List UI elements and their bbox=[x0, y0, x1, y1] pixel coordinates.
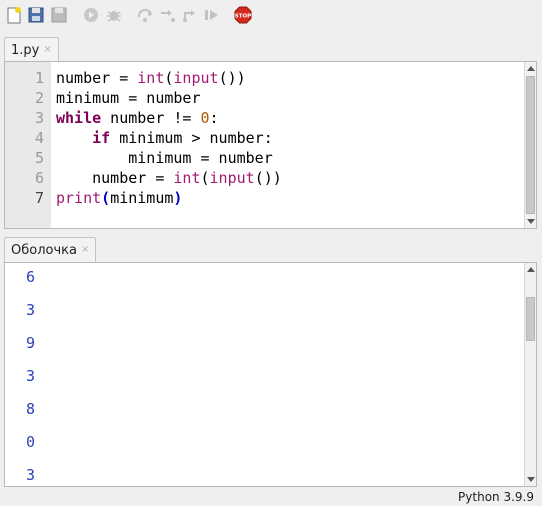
shell-output-line: 3 bbox=[26, 466, 36, 484]
line-number: 1 bbox=[34, 69, 44, 87]
shell-output-line: 3 bbox=[26, 301, 36, 319]
code-line: print(minimum) bbox=[56, 189, 183, 207]
shell-output-line: 6 bbox=[26, 268, 36, 286]
line-number-gutter: 1 2 3 4 5 6 7 bbox=[5, 62, 51, 228]
open-file-icon[interactable] bbox=[27, 6, 45, 24]
shell-scrollbar[interactable] bbox=[524, 263, 536, 486]
close-icon[interactable]: × bbox=[81, 243, 89, 262]
shell-output-line: 9 bbox=[26, 334, 36, 352]
tab-label: Оболочка bbox=[11, 243, 77, 258]
new-file-icon[interactable] bbox=[5, 6, 23, 24]
scroll-up-icon[interactable] bbox=[527, 267, 535, 272]
step-out-icon[interactable] bbox=[181, 6, 199, 24]
stop-icon-label: STOP bbox=[235, 14, 251, 20]
resume-icon[interactable] bbox=[203, 6, 221, 24]
code-editor[interactable]: 1 2 3 4 5 6 7 number = int(input()) minim… bbox=[4, 61, 537, 229]
shell-output-line: 0 bbox=[26, 433, 36, 451]
line-number: 3 bbox=[34, 109, 44, 127]
code-line: number = int(input()) bbox=[56, 169, 282, 187]
stop-icon[interactable]: STOP bbox=[234, 6, 252, 24]
code-line: while number != 0: bbox=[56, 109, 219, 127]
line-number: 5 bbox=[34, 149, 44, 167]
run-icon[interactable] bbox=[82, 6, 100, 24]
code-text[interactable]: number = int(input()) minimum = number whi… bbox=[56, 68, 282, 208]
editor-scrollbar[interactable] bbox=[524, 62, 536, 228]
editor-scroll-thumb[interactable] bbox=[526, 76, 535, 214]
line-number: 6 bbox=[34, 169, 44, 187]
scroll-up-icon[interactable] bbox=[527, 66, 535, 71]
tab-shell[interactable]: Оболочка × bbox=[4, 237, 97, 262]
line-number: 2 bbox=[34, 89, 44, 107]
code-line: if minimum > number: bbox=[92, 129, 273, 147]
code-line: minimum = number bbox=[56, 149, 273, 167]
tab-label: 1.py bbox=[11, 43, 40, 58]
toolbar: STOP bbox=[0, 0, 542, 30]
shell-output-line: 3 bbox=[26, 367, 36, 385]
code-line: number = int(input()) bbox=[56, 69, 246, 87]
interpreter-status[interactable]: Python 3.9.9 bbox=[458, 490, 534, 504]
scroll-down-icon[interactable] bbox=[527, 477, 535, 482]
close-icon[interactable]: × bbox=[43, 43, 51, 62]
shell-panel[interactable]: 6 3 9 3 8 0 3 bbox=[4, 262, 537, 487]
tab-1-py[interactable]: 1.py × bbox=[4, 37, 59, 62]
shell-scroll-thumb[interactable] bbox=[526, 297, 535, 341]
line-number: 4 bbox=[34, 129, 44, 147]
line-number-current: 7 bbox=[34, 189, 44, 207]
save-file-icon[interactable] bbox=[50, 6, 68, 24]
debug-icon[interactable] bbox=[105, 6, 123, 24]
scroll-down-icon[interactable] bbox=[527, 219, 535, 224]
code-line: minimum = number bbox=[56, 89, 201, 107]
shell-output-line: 8 bbox=[26, 400, 36, 418]
step-over-icon[interactable] bbox=[137, 6, 155, 24]
step-into-icon[interactable] bbox=[159, 6, 177, 24]
